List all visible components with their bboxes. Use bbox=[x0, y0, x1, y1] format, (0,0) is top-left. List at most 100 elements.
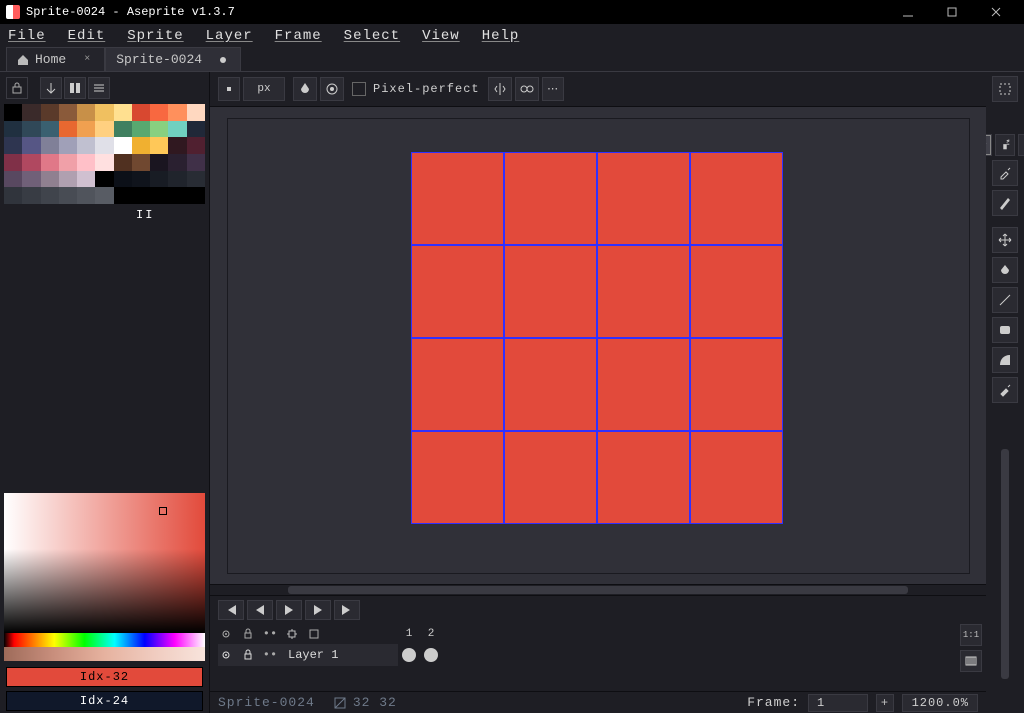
palette-swatch[interactable] bbox=[22, 187, 40, 204]
layer-continuous-toggle[interactable]: •• bbox=[262, 647, 278, 663]
frame-header-1[interactable]: 1 bbox=[398, 624, 420, 644]
new-frame-button[interactable]: + bbox=[876, 694, 894, 712]
palette-options-button[interactable] bbox=[88, 77, 110, 99]
menu-file[interactable]: File bbox=[8, 28, 46, 44]
palette-swatch[interactable] bbox=[4, 154, 22, 171]
dynamics-button[interactable] bbox=[320, 77, 344, 101]
palette-swatch[interactable] bbox=[59, 154, 77, 171]
foreground-color-button[interactable]: Idx-32 bbox=[6, 667, 203, 687]
marquee-tool[interactable] bbox=[992, 76, 1018, 102]
timeline-config-button[interactable] bbox=[960, 650, 982, 672]
palette-swatch[interactable] bbox=[22, 154, 40, 171]
color-picker-hue[interactable] bbox=[4, 633, 205, 647]
palette-swatch[interactable] bbox=[59, 187, 77, 204]
bucket-tool[interactable] bbox=[992, 257, 1018, 283]
palette-swatch[interactable] bbox=[77, 104, 95, 121]
tiled-mode-button[interactable] bbox=[515, 77, 539, 101]
eyedropper-tool[interactable] bbox=[992, 160, 1018, 186]
frame-header-2[interactable]: 2 bbox=[420, 624, 442, 644]
palette-swatch[interactable] bbox=[59, 121, 77, 138]
prev-frame-button[interactable] bbox=[247, 600, 273, 620]
tab-sprite-0024[interactable]: Sprite-0024 bbox=[105, 47, 241, 71]
palette-swatch[interactable] bbox=[77, 187, 95, 204]
palette-swatch[interactable] bbox=[41, 104, 59, 121]
cel-1[interactable] bbox=[398, 644, 420, 666]
palette-swatch[interactable] bbox=[59, 137, 77, 154]
palette-swatch[interactable] bbox=[187, 171, 205, 188]
menu-edit[interactable]: Edit bbox=[68, 28, 106, 44]
palette-swatch[interactable] bbox=[4, 121, 22, 138]
palette-swatch[interactable] bbox=[77, 154, 95, 171]
palette-swatch[interactable] bbox=[59, 104, 77, 121]
menu-layer[interactable]: Layer bbox=[206, 28, 253, 44]
palette-swatch[interactable] bbox=[114, 137, 132, 154]
menu-view[interactable]: View bbox=[422, 28, 460, 44]
menu-select[interactable]: Select bbox=[344, 28, 400, 44]
palette-swatch[interactable] bbox=[95, 187, 113, 204]
menu-frame[interactable]: Frame bbox=[275, 28, 322, 44]
window-minimize-button[interactable] bbox=[886, 0, 930, 24]
tab-home-close[interactable]: × bbox=[84, 54, 90, 65]
palette-swatch[interactable] bbox=[77, 171, 95, 188]
palette-swatch[interactable] bbox=[41, 187, 59, 204]
palette-swatch[interactable] bbox=[41, 121, 59, 138]
window-close-button[interactable] bbox=[974, 0, 1018, 24]
palette-swatch[interactable] bbox=[4, 137, 22, 154]
move-tool[interactable] bbox=[992, 227, 1018, 253]
canvas-viewport[interactable] bbox=[210, 106, 986, 585]
tab-home[interactable]: Home × bbox=[6, 47, 105, 71]
palette-swatch[interactable] bbox=[114, 104, 132, 121]
layer-name[interactable]: Layer 1 bbox=[288, 648, 338, 662]
palette-swatch[interactable] bbox=[168, 154, 186, 171]
palette-swatch[interactable] bbox=[77, 137, 95, 154]
ink-type-button[interactable] bbox=[293, 77, 317, 101]
palette-swatch[interactable] bbox=[187, 121, 205, 138]
zoom-tool[interactable] bbox=[992, 190, 1018, 216]
first-frame-button[interactable] bbox=[218, 600, 244, 620]
play-button[interactable] bbox=[276, 600, 302, 620]
palette-swatch[interactable] bbox=[22, 137, 40, 154]
palette-swatch[interactable] bbox=[150, 121, 168, 138]
palette-swatch[interactable] bbox=[41, 137, 59, 154]
palette-swatch[interactable] bbox=[168, 137, 186, 154]
palette-swatch[interactable] bbox=[132, 154, 150, 171]
spray-tool[interactable] bbox=[995, 134, 1015, 156]
palette-lock-button[interactable] bbox=[6, 77, 28, 99]
line-tool[interactable] bbox=[992, 287, 1018, 313]
palette-swatch[interactable] bbox=[59, 171, 77, 188]
background-color-button[interactable]: Idx-24 bbox=[6, 691, 203, 711]
palette-swatch[interactable] bbox=[168, 171, 186, 188]
palette-presets-button[interactable] bbox=[64, 77, 86, 99]
palette-swatch[interactable] bbox=[168, 121, 186, 138]
cel-2[interactable] bbox=[420, 644, 442, 666]
palette-swatch[interactable] bbox=[168, 104, 186, 121]
palette-swatch[interactable] bbox=[4, 187, 22, 204]
layer-lock-toggle[interactable] bbox=[240, 647, 256, 663]
palette-swatch[interactable] bbox=[187, 104, 205, 121]
palette-swatch[interactable] bbox=[4, 104, 22, 121]
window-maximize-button[interactable] bbox=[930, 0, 974, 24]
palette-swatch[interactable] bbox=[95, 137, 113, 154]
palette-swatch[interactable] bbox=[150, 171, 168, 188]
contour-tool[interactable] bbox=[992, 347, 1018, 373]
palette-swatch[interactable] bbox=[22, 104, 40, 121]
palette-swatch[interactable] bbox=[132, 121, 150, 138]
last-frame-button[interactable] bbox=[334, 600, 360, 620]
zoom-field[interactable]: 1200.0% bbox=[902, 694, 978, 712]
rectangle-tool[interactable] bbox=[992, 317, 1018, 343]
palette-swatch[interactable] bbox=[187, 154, 205, 171]
palette-swatch[interactable] bbox=[132, 171, 150, 188]
context-more-button[interactable]: ⋯ bbox=[542, 77, 564, 101]
palette-swatch[interactable] bbox=[114, 171, 132, 188]
pixel-perfect-checkbox[interactable] bbox=[352, 82, 366, 96]
continuous-column-icon[interactable]: •• bbox=[262, 626, 278, 642]
menu-sprite[interactable]: Sprite bbox=[127, 28, 183, 44]
palette-swatch[interactable] bbox=[22, 121, 40, 138]
cel-props-column-icon[interactable] bbox=[306, 626, 322, 642]
palette-swatch[interactable] bbox=[132, 137, 150, 154]
palette-swatch[interactable] bbox=[95, 104, 113, 121]
palette-swatch[interactable] bbox=[187, 137, 205, 154]
palette-swatch[interactable] bbox=[95, 154, 113, 171]
one-to-one-zoom-button[interactable]: 1:1 bbox=[960, 624, 982, 646]
color-picker-tints[interactable] bbox=[4, 647, 205, 661]
